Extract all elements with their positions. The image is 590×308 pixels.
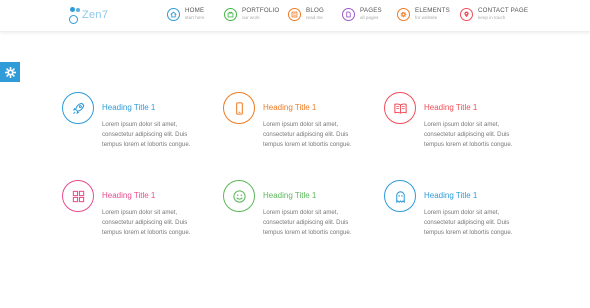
- logo[interactable]: Zen7: [66, 5, 136, 29]
- pages-icon: [342, 8, 355, 21]
- nav-sub: keep in touch: [478, 15, 506, 20]
- feature-item: Heading Title 1 Lorem ipsum dolor sit am…: [62, 180, 212, 240]
- feature-text-line: tempus lorem et lobortis congue.: [263, 141, 352, 148]
- feature-item: Heading Title 1 Lorem ipsum dolor sit am…: [384, 180, 534, 240]
- feature-description: Lorem ipsum dolor sit amet, consectetur …: [263, 208, 373, 238]
- open-book-icon: [384, 92, 416, 124]
- grid-icon: [62, 180, 94, 212]
- nav-label: BLOG: [306, 7, 324, 14]
- feature-item: Heading Title 1 Lorem ipsum dolor sit am…: [62, 92, 212, 152]
- feature-text-line: tempus lorem et lobortis congue.: [424, 141, 513, 148]
- feature-text-line: tempus lorem et lobortis congue.: [424, 229, 513, 236]
- feature-description: Lorem ipsum dolor sit amet, consectetur …: [424, 208, 534, 238]
- feature-description: Lorem ipsum dolor sit amet, consectetur …: [102, 120, 212, 150]
- feature-text-line: Lorem ipsum dolor sit amet,: [102, 209, 178, 216]
- logo-dot: [70, 7, 75, 12]
- feature-text-line: Lorem ipsum dolor sit amet,: [424, 209, 500, 216]
- feature-text-line: consectetur adipiscing elit. Duis: [102, 219, 188, 226]
- feature-text-line: consectetur adipiscing elit. Duis: [263, 131, 349, 138]
- nav-sub: all pages: [360, 15, 379, 20]
- rocket-icon: [62, 92, 94, 124]
- smiley-icon: [223, 180, 255, 212]
- gear-icon: [397, 8, 410, 21]
- nav-label: PORTFOLIO: [242, 7, 280, 14]
- feature-text-line: tempus lorem et lobortis congue.: [102, 229, 191, 236]
- nav-sub: our work: [242, 15, 260, 20]
- mobile-icon: [223, 92, 255, 124]
- feature-item: Heading Title 1 Lorem ipsum dolor sit am…: [223, 92, 373, 152]
- feature-item: Heading Title 1 Lorem ipsum dolor sit am…: [384, 92, 534, 152]
- feature-text-line: consectetur adipiscing elit. Duis: [424, 219, 510, 226]
- feature-text-line: consectetur adipiscing elit. Duis: [424, 131, 510, 138]
- feature-description: Lorem ipsum dolor sit amet, consectetur …: [263, 120, 373, 150]
- feature-title: Heading Title 1: [102, 103, 156, 112]
- feature-title: Heading Title 1: [424, 103, 478, 112]
- home-icon: [167, 8, 180, 21]
- nav-sub: for website: [415, 15, 438, 20]
- feature-description: Lorem ipsum dolor sit amet, consectetur …: [424, 120, 534, 150]
- logo-ring: [69, 15, 78, 24]
- gear-icon: [4, 66, 16, 78]
- logo-dot: [76, 8, 80, 12]
- feature-text-line: Lorem ipsum dolor sit amet,: [263, 209, 339, 216]
- briefcase-icon: [224, 8, 237, 21]
- feature-text-line: tempus lorem et lobortis congue.: [263, 229, 352, 236]
- nav-label: CONTACT PAGE: [478, 7, 529, 14]
- feature-title: Heading Title 1: [263, 103, 317, 112]
- feature-text-line: tempus lorem et lobortis congue.: [102, 141, 191, 148]
- book-icon: [288, 8, 301, 21]
- nav-label: HOME: [185, 7, 205, 14]
- nav-sub: start here: [185, 15, 205, 20]
- feature-title: Heading Title 1: [102, 191, 156, 200]
- ghost-icon: [384, 180, 416, 212]
- nav-label: ELEMENTS: [415, 7, 450, 14]
- feature-title: Heading Title 1: [424, 191, 478, 200]
- logo-text: Zen7: [82, 9, 109, 21]
- feature-text-line: consectetur adipiscing elit. Duis: [263, 219, 349, 226]
- nav-label: PAGES: [360, 7, 382, 14]
- feature-text-line: Lorem ipsum dolor sit amet,: [263, 121, 339, 128]
- site-header: Zen7 HOME start here PORTFOLIO our work …: [0, 0, 590, 32]
- nav-sub: read me: [306, 15, 323, 20]
- feature-text-line: Lorem ipsum dolor sit amet,: [424, 121, 500, 128]
- feature-item: Heading Title 1 Lorem ipsum dolor sit am…: [223, 180, 373, 240]
- feature-title: Heading Title 1: [263, 191, 317, 200]
- map-pin-icon: [460, 8, 473, 21]
- feature-text-line: consectetur adipiscing elit. Duis: [102, 131, 188, 138]
- feature-description: Lorem ipsum dolor sit amet, consectetur …: [102, 208, 212, 238]
- settings-toggle-button[interactable]: [0, 62, 20, 82]
- feature-text-line: Lorem ipsum dolor sit amet,: [102, 121, 178, 128]
